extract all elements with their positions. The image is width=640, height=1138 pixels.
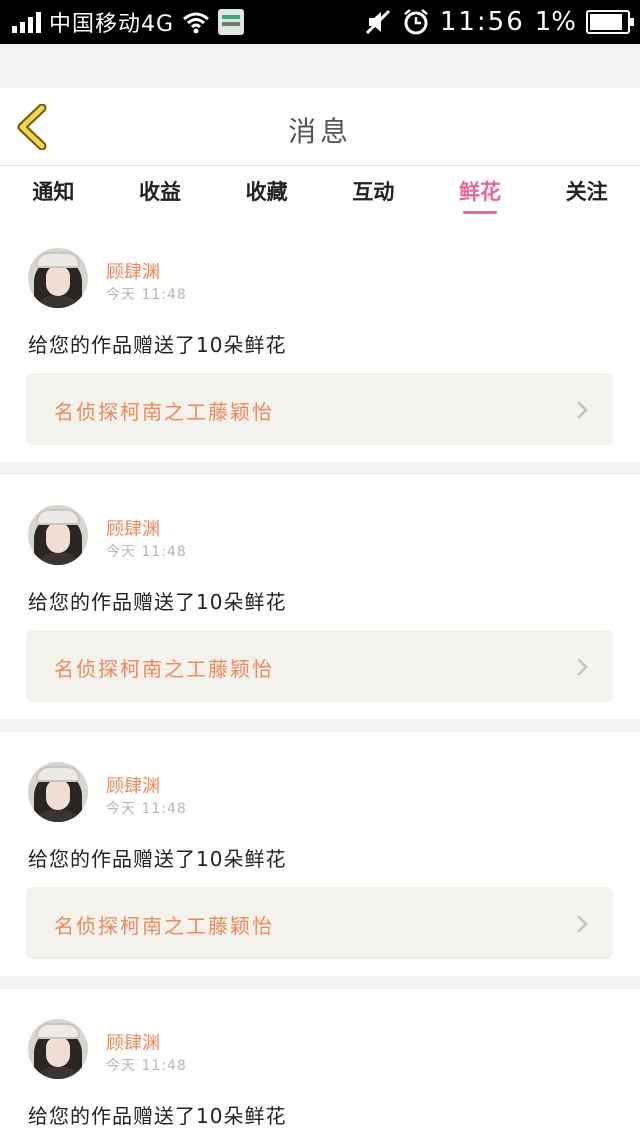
message-text: 给您的作品赠送了10朵鲜花 bbox=[28, 1104, 287, 1128]
wifi-icon bbox=[183, 12, 210, 34]
avatar[interactable] bbox=[28, 505, 88, 565]
work-link[interactable]: 名侦探柯南之工藤颖怡 bbox=[26, 373, 613, 445]
mute-icon bbox=[365, 9, 390, 35]
tab-favorites[interactable]: 收藏 bbox=[213, 166, 320, 218]
battery-icon bbox=[586, 10, 634, 34]
battery-percent: 1% bbox=[534, 7, 576, 37]
tab-earnings[interactable]: 收益 bbox=[107, 166, 214, 218]
alarm-icon bbox=[404, 9, 428, 35]
tab-interactions[interactable]: 互动 bbox=[320, 166, 427, 218]
tab-notifications[interactable]: 通知 bbox=[0, 166, 107, 218]
work-title: 名侦探柯南之工藤颖怡 bbox=[54, 914, 274, 938]
page-title: 消息 bbox=[287, 115, 352, 148]
tab-following[interactable]: 关注 bbox=[533, 166, 640, 218]
status-bar-right: 11:56 1% bbox=[364, 6, 634, 38]
status-bar: 中国移动4G 11:56 1% bbox=[0, 0, 640, 44]
message-list: 顾肆渊 今天 11:48 给您的作品赠送了10朵鲜花 名侦探柯南之工藤颖怡 顾肆… bbox=[0, 218, 640, 1138]
tab-flowers[interactable]: 鲜花 bbox=[427, 166, 534, 218]
avatar[interactable] bbox=[28, 248, 88, 308]
nav-header: 消息 bbox=[0, 88, 640, 166]
chevron-right-icon bbox=[577, 658, 588, 676]
message-card: 顾肆渊 今天 11:48 给您的作品赠送了10朵鲜花 名侦探柯南之工藤颖怡 bbox=[0, 732, 640, 976]
username[interactable]: 顾肆渊 bbox=[106, 772, 160, 798]
username[interactable]: 顾肆渊 bbox=[106, 1029, 160, 1055]
carrier-label: 中国移动4G bbox=[49, 12, 175, 37]
signal-icon bbox=[12, 11, 41, 33]
message-text: 给您的作品赠送了10朵鲜花 bbox=[28, 847, 287, 871]
message-card: 顾肆渊 今天 11:48 给您的作品赠送了10朵鲜花 名侦探柯南之工藤颖怡 bbox=[0, 218, 640, 462]
message-card: 顾肆渊 今天 11:48 给您的作品赠送了10朵鲜花 bbox=[0, 989, 640, 1138]
chevron-right-icon bbox=[577, 915, 588, 933]
timestamp: 今天 11:48 bbox=[106, 1058, 187, 1074]
chevron-right-icon bbox=[577, 401, 588, 419]
tab-bar: 通知 收益 收藏 互动 鲜花 关注 bbox=[0, 166, 640, 218]
work-title: 名侦探柯南之工藤颖怡 bbox=[54, 400, 274, 424]
clock-time: 11:56 bbox=[439, 7, 525, 37]
work-link[interactable]: 名侦探柯南之工藤颖怡 bbox=[26, 630, 613, 702]
work-title: 名侦探柯南之工藤颖怡 bbox=[54, 657, 274, 681]
message-text: 给您的作品赠送了10朵鲜花 bbox=[28, 333, 287, 357]
avatar[interactable] bbox=[28, 1019, 88, 1079]
avatar[interactable] bbox=[28, 762, 88, 822]
username[interactable]: 顾肆渊 bbox=[106, 515, 160, 541]
notification-icon bbox=[218, 9, 245, 35]
message-text: 给您的作品赠送了10朵鲜花 bbox=[28, 590, 287, 614]
timestamp: 今天 11:48 bbox=[106, 287, 187, 303]
username[interactable]: 顾肆渊 bbox=[106, 258, 160, 284]
message-card: 顾肆渊 今天 11:48 给您的作品赠送了10朵鲜花 名侦探柯南之工藤颖怡 bbox=[0, 475, 640, 719]
timestamp: 今天 11:48 bbox=[106, 801, 187, 817]
timestamp: 今天 11:48 bbox=[106, 544, 187, 560]
work-link[interactable]: 名侦探柯南之工藤颖怡 bbox=[26, 887, 613, 959]
status-bar-left: 中国移动4G bbox=[12, 6, 245, 38]
